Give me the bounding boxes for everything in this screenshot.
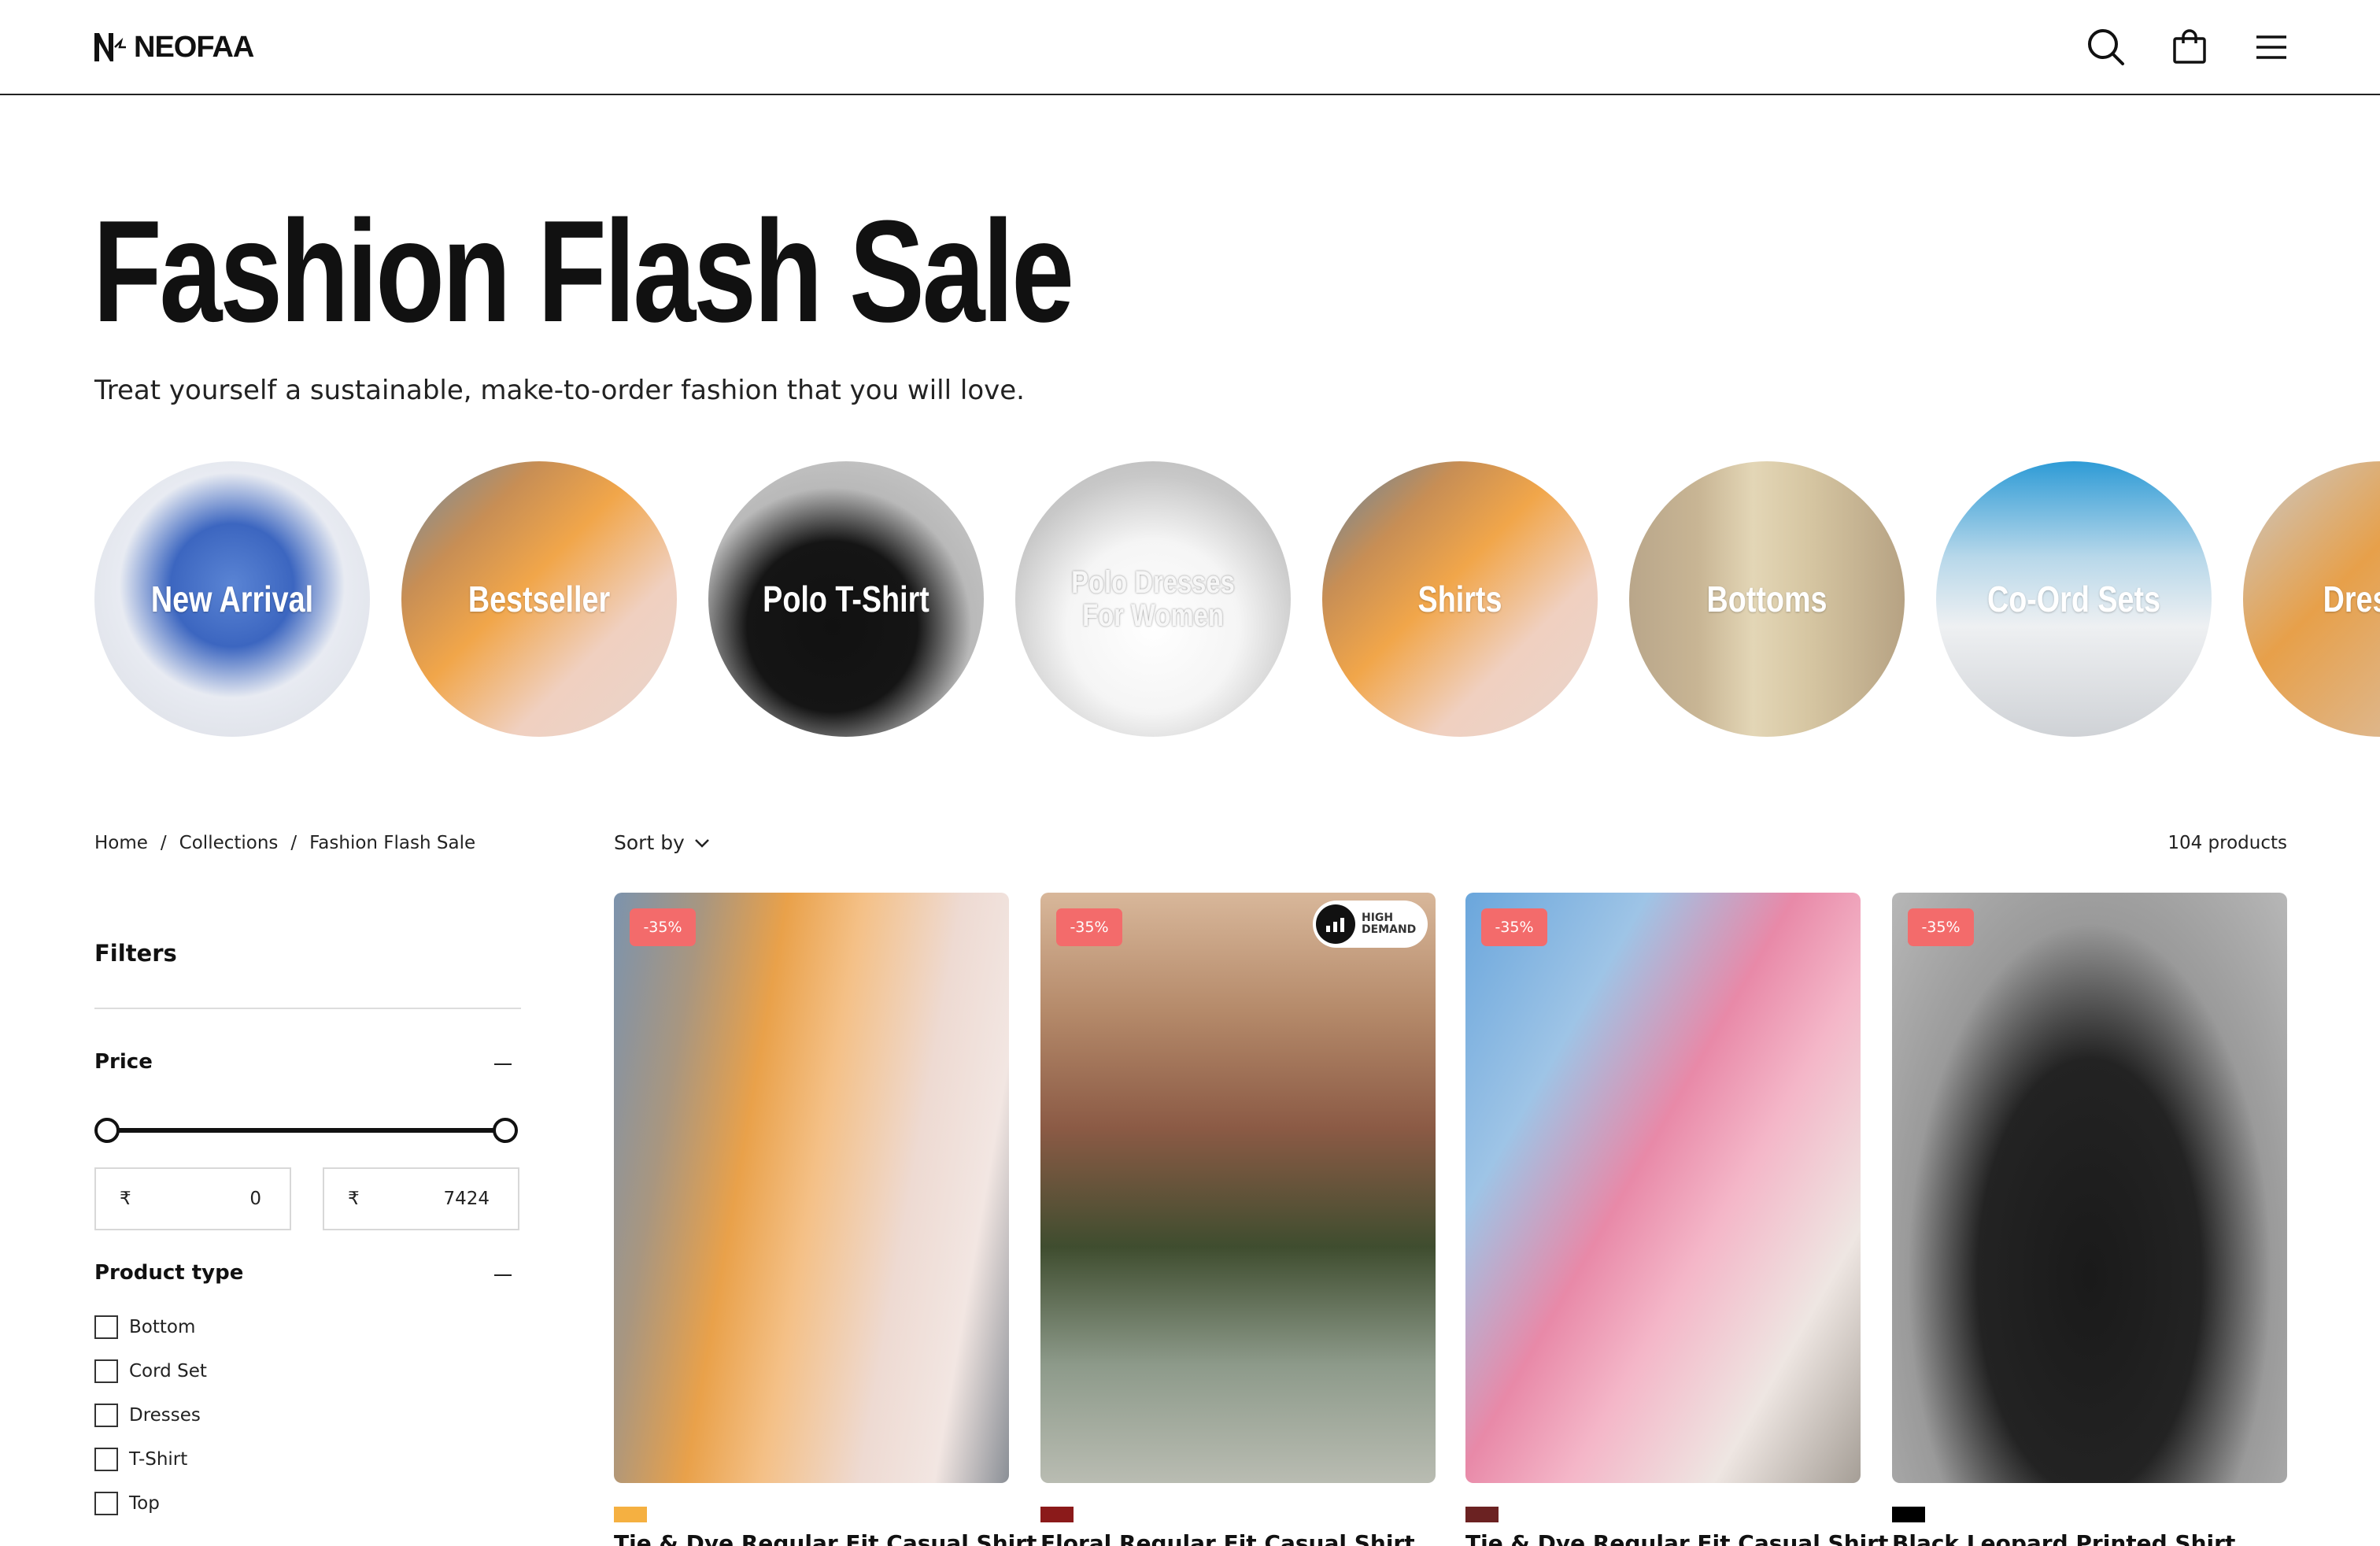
product-card[interactable]: -35% xyxy=(1465,893,1861,1483)
category-label: Shirts xyxy=(1417,578,1502,620)
page-title: Fashion Flash Sale xyxy=(93,190,1074,352)
category-label: Co-Ord Sets xyxy=(1986,578,2161,620)
filter-option-label: Cord Set xyxy=(129,1361,207,1381)
sort-by-dropdown[interactable]: Sort by xyxy=(614,831,710,854)
search-icon[interactable] xyxy=(2084,25,2128,69)
category-bottoms[interactable]: Bottoms xyxy=(1629,461,1905,737)
color-swatch[interactable] xyxy=(1892,1507,1925,1522)
filter-option-bottom[interactable]: Bottom xyxy=(94,1315,195,1339)
discount-badge: -35% xyxy=(630,908,696,946)
filter-option-label: T-Shirt xyxy=(129,1449,188,1470)
color-swatch[interactable] xyxy=(1040,1507,1074,1522)
breadcrumb: Home / Collections / Fashion Flash Sale xyxy=(94,833,475,853)
discount-badge: -35% xyxy=(1481,908,1547,946)
color-swatch[interactable] xyxy=(614,1507,647,1522)
product-card[interactable]: -35% xyxy=(1892,893,2287,1483)
filter-option-label: Top xyxy=(129,1493,160,1514)
discount-badge: -35% xyxy=(1056,908,1122,946)
filter-option-top[interactable]: Top xyxy=(94,1492,160,1515)
price-slider-max-handle[interactable] xyxy=(493,1118,518,1143)
category-label: Bottoms xyxy=(1706,578,1828,620)
filters-divider xyxy=(94,1008,521,1009)
checkbox[interactable] xyxy=(94,1492,118,1515)
category-dresses[interactable]: Dresses xyxy=(2243,461,2380,737)
price-collapse-icon[interactable] xyxy=(494,1063,512,1065)
chevron-down-icon xyxy=(694,838,709,848)
page-subtitle: Treat yourself a sustainable, make-to-or… xyxy=(94,375,1025,406)
product-name[interactable]: Tie & Dye Regular Fit Casual Shirt xyxy=(614,1530,1037,1546)
product-card[interactable]: -35% xyxy=(614,893,1009,1483)
checkbox[interactable] xyxy=(94,1359,118,1383)
price-slider-track[interactable] xyxy=(107,1128,504,1133)
filter-option-label: Bottom xyxy=(129,1317,196,1337)
breadcrumb-collections[interactable]: Collections xyxy=(179,833,279,853)
high-demand-badge: HIGH DEMAND xyxy=(1313,901,1428,948)
menu-icon[interactable] xyxy=(2249,25,2293,69)
price-max-input[interactable]: ₹ 7424 xyxy=(323,1167,519,1230)
filter-option-label: Dresses xyxy=(129,1405,201,1426)
category-label: New Arrival xyxy=(150,578,314,620)
brand-logo[interactable]: NEOFAA xyxy=(93,30,254,64)
category-label: Polo T-Shirt xyxy=(763,578,929,620)
currency-symbol: ₹ xyxy=(348,1189,360,1209)
discount-badge: -35% xyxy=(1908,908,1974,946)
breadcrumb-separator: / xyxy=(290,833,298,853)
checkbox[interactable] xyxy=(94,1404,118,1427)
category-polo-t-shirt[interactable]: Polo T-Shirt xyxy=(708,461,984,737)
category-co-ord-sets[interactable]: Co-Ord Sets xyxy=(1936,461,2212,737)
brand-name: NEOFAA xyxy=(134,30,254,64)
price-filter-title[interactable]: Price xyxy=(94,1050,153,1074)
trending-chart-icon xyxy=(1316,904,1355,944)
product-type-filter-title[interactable]: Product type xyxy=(94,1261,243,1285)
shopping-bag-icon[interactable] xyxy=(2168,25,2212,69)
breadcrumb-home[interactable]: Home xyxy=(94,833,148,853)
currency-symbol: ₹ xyxy=(120,1189,131,1209)
checkbox[interactable] xyxy=(94,1448,118,1471)
category-label: Dresses xyxy=(2323,578,2380,620)
category-new-arrival[interactable]: New Arrival xyxy=(94,461,370,737)
category-label: Bestseller xyxy=(468,578,611,620)
filter-option-cord-set[interactable]: Cord Set xyxy=(94,1359,207,1383)
price-slider-min-handle[interactable] xyxy=(94,1118,120,1143)
product-name[interactable]: Black Leopard Printed Shirt xyxy=(1892,1530,2235,1546)
breadcrumb-separator: / xyxy=(160,833,167,853)
breadcrumb-current: Fashion Flash Sale xyxy=(309,833,476,853)
product-card[interactable]: -35% HIGH DEMAND xyxy=(1040,893,1436,1483)
filter-option-dresses[interactable]: Dresses xyxy=(94,1404,201,1427)
color-swatch[interactable] xyxy=(1465,1507,1499,1522)
price-min-input[interactable]: ₹ 0 xyxy=(94,1167,291,1230)
logo-mark-icon xyxy=(94,33,126,61)
product-name[interactable]: Tie & Dye Regular Fit Casual Shirt xyxy=(1465,1530,1888,1546)
filters-title: Filters xyxy=(94,940,177,967)
sort-by-label: Sort by xyxy=(614,831,685,854)
category-bestseller[interactable]: Bestseller xyxy=(401,461,677,737)
category-polo-dresses[interactable]: Polo Dresses For Women xyxy=(1015,461,1291,737)
high-demand-label: HIGH DEMAND xyxy=(1362,912,1417,936)
product-type-collapse-icon[interactable] xyxy=(494,1274,512,1276)
product-name[interactable]: Floral Regular Fit Casual Shirt xyxy=(1040,1530,1415,1546)
checkbox[interactable] xyxy=(94,1315,118,1339)
category-carousel: New Arrival Bestseller Polo T-Shirt Polo… xyxy=(94,461,2380,737)
category-label: Polo Dresses For Women xyxy=(1071,565,1235,633)
filter-option-t-shirt[interactable]: T-Shirt xyxy=(94,1448,187,1471)
site-header: NEOFAA xyxy=(0,0,2380,95)
category-shirts[interactable]: Shirts xyxy=(1322,461,1598,737)
product-count: 104 products xyxy=(2168,833,2287,853)
price-max-value: 7424 xyxy=(443,1189,490,1209)
price-min-value: 0 xyxy=(249,1189,261,1209)
